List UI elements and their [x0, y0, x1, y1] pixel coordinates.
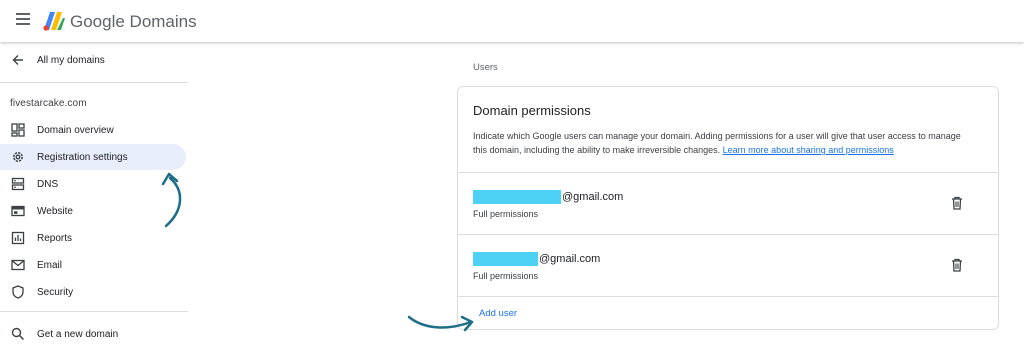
reports-icon — [11, 231, 25, 245]
sidebar-item-label: Email — [37, 260, 63, 271]
learn-more-link[interactable]: Learn more about sharing and permissions — [723, 145, 894, 155]
website-icon — [11, 205, 25, 217]
sidebar-item-label: Registration settings — [37, 152, 128, 163]
sidebar-item-label: Reports — [37, 233, 73, 244]
user-row: @gmail.com Full permissions — [458, 235, 998, 295]
get-new-domain-label: Get a new domain — [37, 329, 119, 340]
add-user-button[interactable]: Add user — [479, 308, 517, 319]
sidebar-item-security[interactable]: Security — [0, 279, 186, 305]
trash-icon[interactable] — [951, 196, 963, 210]
sidebar-item-label: Security — [37, 287, 74, 298]
card-description: Indicate which Google users can manage y… — [473, 129, 973, 157]
email-suffix: @gmail.com — [539, 253, 601, 265]
domain-permissions-card: Domain permissions Indicate which Google… — [457, 86, 999, 330]
permission-level: Full permissions — [473, 271, 539, 281]
hamburger-menu-icon[interactable] — [16, 13, 30, 25]
sidebar-item-domain-overview[interactable]: Domain overview — [0, 117, 186, 143]
sidebar-item-email[interactable]: Email — [0, 252, 186, 278]
redacted-email — [473, 190, 561, 204]
sidebar-item-label: Website — [37, 206, 73, 217]
shield-icon — [12, 285, 24, 299]
email-icon — [11, 259, 25, 271]
get-new-domain-link[interactable]: Get a new domain — [0, 321, 186, 347]
row-divider — [458, 296, 998, 297]
dashboard-icon — [11, 123, 25, 137]
back-to-all-domains[interactable]: All my domains — [0, 50, 188, 74]
sidebar-item-registration-settings[interactable]: Registration settings — [0, 144, 186, 170]
domain-name: fivestarcake.com — [10, 98, 87, 109]
permission-level: Full permissions — [473, 209, 539, 219]
sidebar-item-label: DNS — [37, 179, 59, 190]
redacted-email — [473, 252, 538, 266]
trash-icon[interactable] — [951, 258, 963, 272]
top-app-bar: Google Domains — [0, 0, 1024, 42]
google-domains-logo[interactable] — [42, 10, 66, 32]
search-icon — [11, 327, 25, 341]
annotation-arrow-icon — [161, 172, 182, 228]
section-label-users: Users — [473, 62, 498, 73]
arrow-back-icon — [12, 55, 23, 65]
annotation-arrow-icon — [407, 315, 474, 332]
app-title: Google Domains — [70, 12, 197, 31]
email-suffix: @gmail.com — [562, 191, 624, 203]
sidebar-divider — [0, 311, 188, 312]
sidebar-item-label: Domain overview — [37, 125, 114, 136]
gear-icon — [13, 152, 23, 162]
back-label: All my domains — [37, 55, 105, 66]
card-title: Domain permissions — [473, 103, 591, 118]
user-row: @gmail.com Full permissions — [458, 173, 998, 233]
dns-icon — [11, 177, 25, 191]
sidebar-divider — [0, 82, 188, 83]
